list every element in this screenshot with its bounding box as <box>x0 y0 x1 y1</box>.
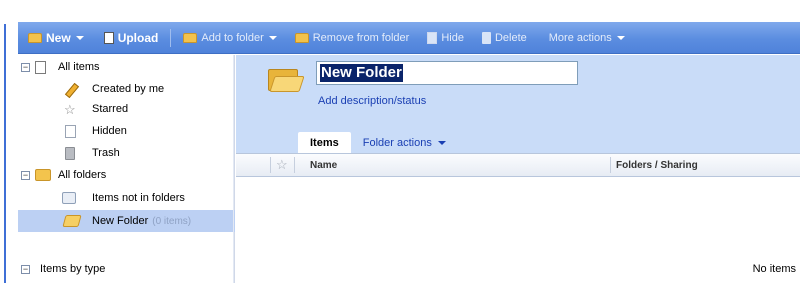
hide-icon <box>427 31 438 44</box>
sidebar-item-label: Starred <box>92 103 129 115</box>
chevron-down-icon <box>268 35 277 40</box>
sidebar-item-trash[interactable]: Trash <box>18 142 235 164</box>
empty-list-message: No items <box>752 263 796 275</box>
column-header-row: ☆ Name Folders / Sharing <box>236 153 800 177</box>
hide-label: Hide <box>441 31 464 44</box>
remove-from-folder-label: Remove from folder <box>312 31 410 44</box>
chevron-down-icon <box>616 35 625 40</box>
tab-folder-actions[interactable]: Folder actions <box>351 132 458 153</box>
folder-title-input[interactable]: New Folder <box>316 61 578 85</box>
trash-icon <box>481 31 491 44</box>
column-header-folders-sharing[interactable]: Folders / Sharing <box>616 160 698 171</box>
sidebar-item-label: Created by me <box>92 83 165 95</box>
more-actions-label: More actions <box>548 31 612 44</box>
accent-bar <box>4 24 6 283</box>
column-divider <box>294 157 295 173</box>
folder-icon <box>183 32 198 43</box>
remove-from-folder-button[interactable]: Remove from folder <box>289 22 416 53</box>
sidebar-item-all-folders[interactable]: − All folders <box>18 164 235 186</box>
collapse-toggle-icon[interactable]: − <box>21 170 30 180</box>
chevron-down-icon <box>437 140 446 145</box>
left-border <box>0 0 6 283</box>
new-folder-icon <box>28 32 42 43</box>
sidebar-item-new-folder[interactable]: New Folder (0 items) <box>18 210 235 232</box>
more-actions-button[interactable]: More actions <box>543 22 631 53</box>
upload-icon <box>103 31 114 44</box>
delete-button[interactable]: Delete <box>476 22 533 53</box>
delete-label: Delete <box>494 31 527 44</box>
main-panel: New Folder Add description/status Items … <box>236 55 800 283</box>
open-folder-icon <box>268 67 305 93</box>
document-icon <box>35 60 46 74</box>
upload-button[interactable]: Upload <box>98 22 165 53</box>
folder-header: New Folder Add description/status Items … <box>236 55 800 153</box>
folder-icon <box>35 169 51 181</box>
sidebar-item-label: All items <box>58 61 100 73</box>
new-button[interactable]: New <box>18 22 90 53</box>
folder-title-text: New Folder <box>320 64 403 82</box>
sidebar-item-label: Items by type <box>40 263 106 275</box>
tab-bar: Items Folder actions <box>298 132 458 153</box>
sidebar-item-hidden[interactable]: Hidden <box>18 120 235 142</box>
sidebar: − All items Created by me ☆ Starred Hidd… <box>18 55 235 283</box>
chevron-down-icon <box>75 35 84 40</box>
column-header-name[interactable]: Name <box>310 160 337 171</box>
star-column-icon[interactable]: ☆ <box>276 158 288 172</box>
sidebar-item-label: New Folder <box>92 215 149 227</box>
tab-folder-actions-label: Folder actions <box>362 136 432 149</box>
add-to-folder-label: Add to folder <box>201 31 264 44</box>
sidebar-item-label: All folders <box>58 169 107 181</box>
sidebar-item-starred[interactable]: ☆ Starred <box>18 98 235 120</box>
upload-button-label: Upload <box>117 30 159 45</box>
column-divider <box>610 157 611 173</box>
tab-items-label: Items <box>310 136 339 149</box>
sidebar-item-label: Trash <box>92 147 120 159</box>
toolbar: New Upload Add to folder Remove from fol… <box>18 22 800 54</box>
add-to-folder-button[interactable]: Add to folder <box>177 22 282 53</box>
sidebar-item-label: Hidden <box>92 125 127 137</box>
loose-items-icon <box>62 192 76 204</box>
star-icon: ☆ <box>64 101 76 117</box>
collapse-toggle-icon[interactable]: − <box>21 62 30 72</box>
column-divider <box>270 157 271 173</box>
tab-items[interactable]: Items <box>298 132 351 153</box>
open-folder-icon <box>62 215 82 227</box>
hide-button[interactable]: Hide <box>421 22 470 53</box>
pencil-icon <box>64 83 77 96</box>
sidebar-item-items-by-type[interactable]: − Items by type <box>18 258 235 280</box>
sidebar-item-all-items[interactable]: − All items <box>18 56 235 78</box>
item-count-badge: (0 items) <box>152 216 192 227</box>
sidebar-item-label: Items not in folders <box>92 192 185 204</box>
collapse-toggle-icon[interactable]: − <box>21 264 30 274</box>
trash-icon <box>65 146 75 160</box>
page-icon <box>65 124 76 138</box>
new-button-label: New <box>46 30 71 45</box>
remove-folder-icon <box>294 32 309 43</box>
sidebar-item-items-not-in-folders[interactable]: Items not in folders <box>18 187 235 209</box>
sidebar-item-label-group: New Folder (0 items) <box>92 215 191 227</box>
sidebar-divider <box>233 55 234 283</box>
toolbar-divider <box>170 28 172 47</box>
add-description-link[interactable]: Add description/status <box>318 95 426 107</box>
sidebar-item-created-by-me[interactable]: Created by me <box>18 78 235 100</box>
